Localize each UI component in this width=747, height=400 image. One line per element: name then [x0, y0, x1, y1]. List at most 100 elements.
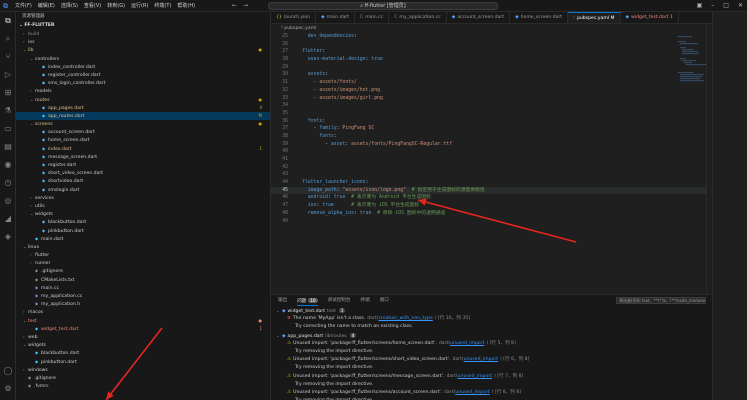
code-line[interactable]: 36 fonts: — [271, 118, 712, 126]
code-line[interactable]: 45 image_path: "assets/icon/logo.png" # … — [271, 186, 712, 195]
folder-row[interactable]: ⌄ routes ● — [16, 96, 270, 104]
github-icon[interactable]: ◉ — [3, 160, 13, 170]
bookmark-icon[interactable]: ◈ — [3, 232, 13, 242]
menu-item[interactable]: 编辑(E) — [38, 2, 55, 10]
code-line[interactable]: 29 — [271, 64, 712, 72]
code-line[interactable]: 33 - assets/images/girl.png — [271, 95, 712, 103]
menu-item[interactable]: 帮助(H) — [177, 2, 195, 10]
folder-row[interactable]: › flutter — [16, 251, 270, 259]
file-row[interactable]: ◆ pinkbutton.dart — [16, 227, 270, 235]
code-line[interactable]: 38 fonts: — [271, 133, 712, 141]
file-row[interactable]: ◆ app_routes.dart M — [16, 111, 270, 121]
search-icon[interactable]: ⌕ — [3, 34, 13, 44]
file-row[interactable]: ◆ main.dart — [16, 235, 270, 243]
database-icon[interactable]: ◎ — [3, 196, 13, 206]
file-row[interactable]: ◆ account_screen.dart — [16, 128, 270, 136]
code-line[interactable]: 35 — [271, 110, 712, 118]
minimize-icon[interactable]: – — [711, 2, 714, 10]
file-row[interactable]: ◆ shortvideo.dart — [16, 177, 270, 185]
code-line[interactable]: 31 - assets/fonts/ — [271, 79, 712, 87]
panel-tab[interactable]: 调试控制台 — [328, 295, 351, 306]
editor-tab[interactable]: Cmy_application.cc — [389, 12, 447, 23]
menu-item[interactable]: 转到(G) — [107, 2, 125, 10]
file-row[interactable]: ◆ my_application.h — [16, 300, 270, 308]
manage-gear-icon[interactable]: ⚙ — [3, 384, 13, 394]
editor-tab[interactable]: ! pubspec.yaml M — [568, 12, 621, 23]
problem-row[interactable]: ⚠ Unused import: 'package:ff_flutter/scre… — [271, 373, 712, 381]
menu-item[interactable]: 查看(V) — [84, 2, 101, 10]
remote-explorer-icon[interactable]: ▭ — [3, 124, 13, 134]
nav-back-icon[interactable]: ← — [232, 2, 237, 9]
testing-icon[interactable]: ⚗ — [3, 106, 13, 116]
code-line[interactable]: 40 — [271, 148, 712, 156]
code-line[interactable]: 27 flutter: — [271, 48, 712, 56]
layout-icon[interactable]: ▣ — [697, 2, 703, 10]
command-center-search[interactable]: ⌕ ff-flutter [管理员] — [268, 2, 498, 10]
file-row[interactable]: ◆ home_screen.dart — [16, 136, 270, 144]
editor-tab[interactable]: ◆ home_screen.dart — [510, 12, 569, 23]
run-debug-icon[interactable]: ▷ — [3, 70, 13, 80]
flutter-icon[interactable]: ◢ — [3, 214, 13, 224]
code-line[interactable]: 44 flutter_launcher_icons: — [271, 179, 712, 187]
explorer-icon[interactable]: ⧉ — [3, 16, 13, 26]
file-row[interactable]: ◆ message_screen.dart — [16, 153, 270, 161]
account-icon[interactable]: ◯ — [3, 366, 13, 376]
folder-row[interactable]: › macos — [16, 308, 270, 316]
menu-item[interactable]: 文件(F) — [15, 2, 32, 10]
close-icon[interactable]: ✕ — [738, 2, 743, 10]
file-row[interactable]: ◆ main.cc — [16, 284, 270, 292]
folder-row[interactable]: › build — [16, 30, 270, 38]
file-row[interactable]: ◆ blackbutton.dart — [16, 218, 270, 226]
file-row[interactable]: ◆ .gitignore — [16, 374, 270, 382]
panel-tab[interactable]: 问题 10 — [297, 295, 318, 306]
code-line[interactable]: 39 - asset: assets/fonts/PingFangSC-Regu… — [271, 141, 712, 149]
code-line[interactable]: 30 assets: — [271, 71, 712, 79]
folder-row[interactable]: › services — [16, 194, 270, 202]
folder-row[interactable]: ⌄ widgets — [16, 341, 270, 349]
breadcrumb[interactable]: ! pubspec.yaml — [281, 25, 316, 33]
file-row[interactable]: ◆ app_pages.dart 4 — [16, 104, 270, 112]
code-line[interactable]: 43 — [271, 171, 712, 179]
folder-row[interactable]: › windows — [16, 366, 270, 374]
docker-icon[interactable]: ▤ — [3, 142, 13, 152]
folder-row[interactable]: ⌄ linux — [16, 243, 270, 251]
folder-row[interactable]: ⌄ test ● — [16, 317, 270, 325]
file-row[interactable]: ◆ blackbutton.dart — [16, 349, 270, 357]
file-row[interactable]: ◆ smslogin.dart — [16, 186, 270, 194]
file-row[interactable]: ◆ register_controller.dart — [16, 71, 270, 79]
file-row[interactable]: ◆ sms_login_controller.dart — [16, 79, 270, 87]
file-row[interactable]: ◆ register.dart — [16, 161, 270, 169]
minimap[interactable] — [676, 32, 706, 132]
code-view[interactable]: 25 dev_dependencies: 26 27 flutter: 28 uses-… — [271, 33, 712, 225]
editor-tab[interactable]: ◆ main.dart — [316, 12, 355, 23]
editor-tab[interactable]: Cmain.cc — [355, 12, 390, 23]
folder-row[interactable]: › ios — [16, 38, 270, 46]
maximize-icon[interactable]: □ — [723, 2, 729, 10]
problem-row[interactable]: ⚠ Unused import: 'package:ff_flutter/scre… — [271, 340, 712, 348]
menu-item[interactable]: 终端(T) — [154, 2, 171, 10]
code-line[interactable]: 49 — [271, 218, 712, 226]
folder-row[interactable]: › runner — [16, 259, 270, 267]
code-line[interactable]: 26 — [271, 41, 712, 49]
editor-tab[interactable]: ◆ widget_test.dart 1 — [621, 12, 679, 23]
problem-hint-row[interactable]: Try removing the import directive. — [271, 381, 712, 389]
file-row[interactable]: ◆ widget_test.dart 1 — [16, 325, 270, 333]
code-line[interactable]: 28 uses-material-design: true — [271, 56, 712, 64]
source-control-icon[interactable]: ⑂ — [3, 52, 13, 62]
folder-row[interactable]: ⌄ lib ● — [16, 46, 270, 54]
problem-row[interactable]: ⚠ Unused import: 'package:ff_flutter/scre… — [271, 356, 712, 364]
problem-row[interactable]: ⊗ The name 'MyApp' isn't a class. dart(cre… — [271, 315, 712, 323]
code-line[interactable]: 42 — [271, 164, 712, 172]
problem-rule-link[interactable]: unused_import — [455, 390, 489, 395]
nav-forward-icon[interactable]: → — [243, 2, 248, 9]
editor-tab[interactable]: {} launch.json — [271, 12, 317, 23]
file-row[interactable]: ◆ index.dart 1 — [16, 145, 270, 153]
folder-row[interactable]: ⌄ screens ● — [16, 120, 270, 128]
extensions-icon[interactable]: ⊞ — [3, 88, 13, 98]
problems-filter-input[interactable]: 筛选器(例如 text、**/*.ts、!**/node_modules/**) — [616, 297, 706, 304]
file-row[interactable]: ◆ .fvmrc — [16, 382, 270, 390]
editor-tab[interactable]: ◆ account_screen.dart — [447, 12, 511, 23]
folder-row[interactable]: › models — [16, 87, 270, 95]
menu-item[interactable]: 运行(R) — [131, 2, 148, 10]
timeline-icon[interactable]: ◷ — [3, 178, 13, 188]
